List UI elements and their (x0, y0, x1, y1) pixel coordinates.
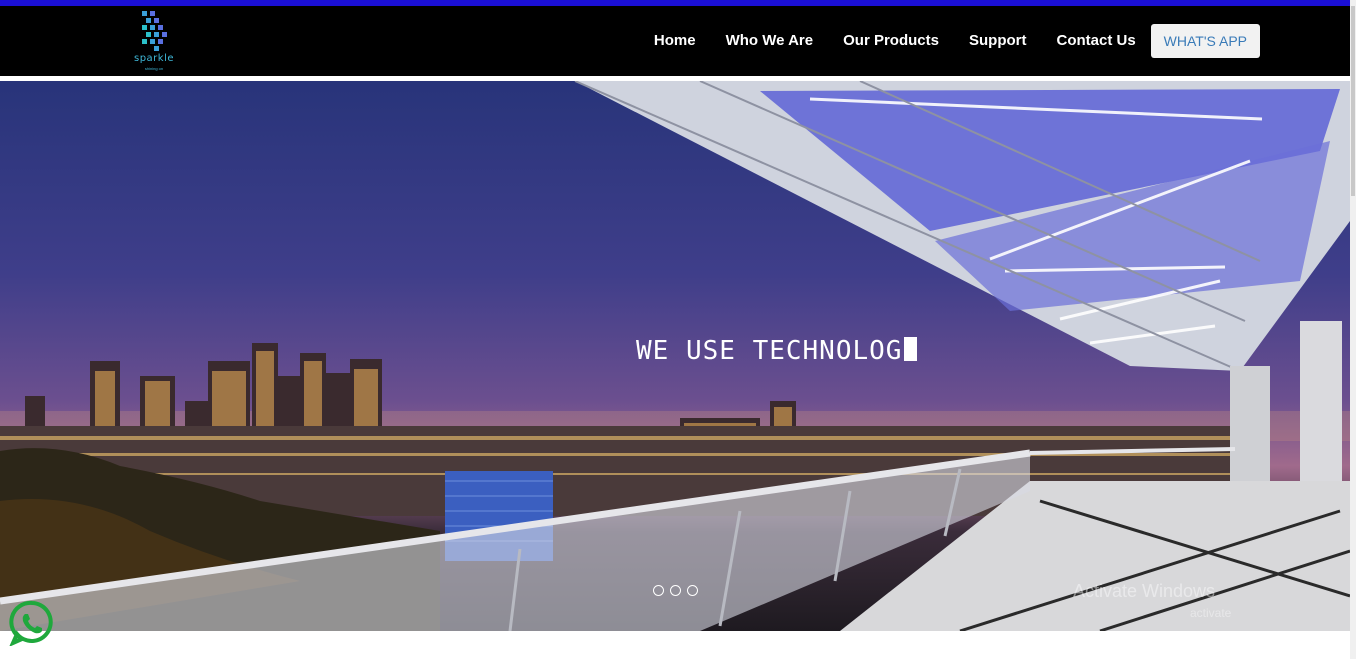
slide-dot-3[interactable] (687, 585, 698, 596)
logo-text: sparkle (133, 53, 175, 64)
scrollbar-thumb[interactable] (1351, 6, 1355, 196)
nav-support[interactable]: Support (969, 24, 1027, 58)
nav-home[interactable]: Home (654, 24, 696, 58)
whatsapp-button[interactable]: WHAT'S APP (1150, 24, 1260, 58)
whatsapp-icon (9, 600, 53, 647)
slide-dot-1[interactable] (653, 585, 664, 596)
activate-windows-watermark: Activate Windows (1073, 581, 1216, 601)
nav-contact-us[interactable]: Contact Us (1056, 24, 1135, 58)
logo-mark-icon (142, 11, 167, 51)
hero-slider: WE USE TECHNOLOG Activate Windows activa… (0, 81, 1350, 631)
nav-who-we-are[interactable]: Who We Are (726, 24, 814, 58)
hero-headline: WE USE TECHNOLOG (636, 336, 918, 366)
slide-dot-2[interactable] (670, 585, 681, 596)
nav-our-products[interactable]: Our Products (843, 24, 939, 58)
hero-headline-text: WE USE TECHNOLOG (636, 336, 903, 366)
navbar: sparkle shining on Home Who We Are Our P… (0, 6, 1350, 76)
brand-logo[interactable]: sparkle shining on (128, 9, 180, 73)
slider-dots (653, 585, 704, 596)
logo-tagline: shining on (144, 66, 164, 71)
main-menu: Home Who We Are Our Products Support Con… (624, 24, 1260, 58)
floating-whatsapp[interactable] (9, 600, 55, 647)
activate-windows-sub: activate (1190, 606, 1232, 620)
typing-cursor (904, 337, 918, 361)
